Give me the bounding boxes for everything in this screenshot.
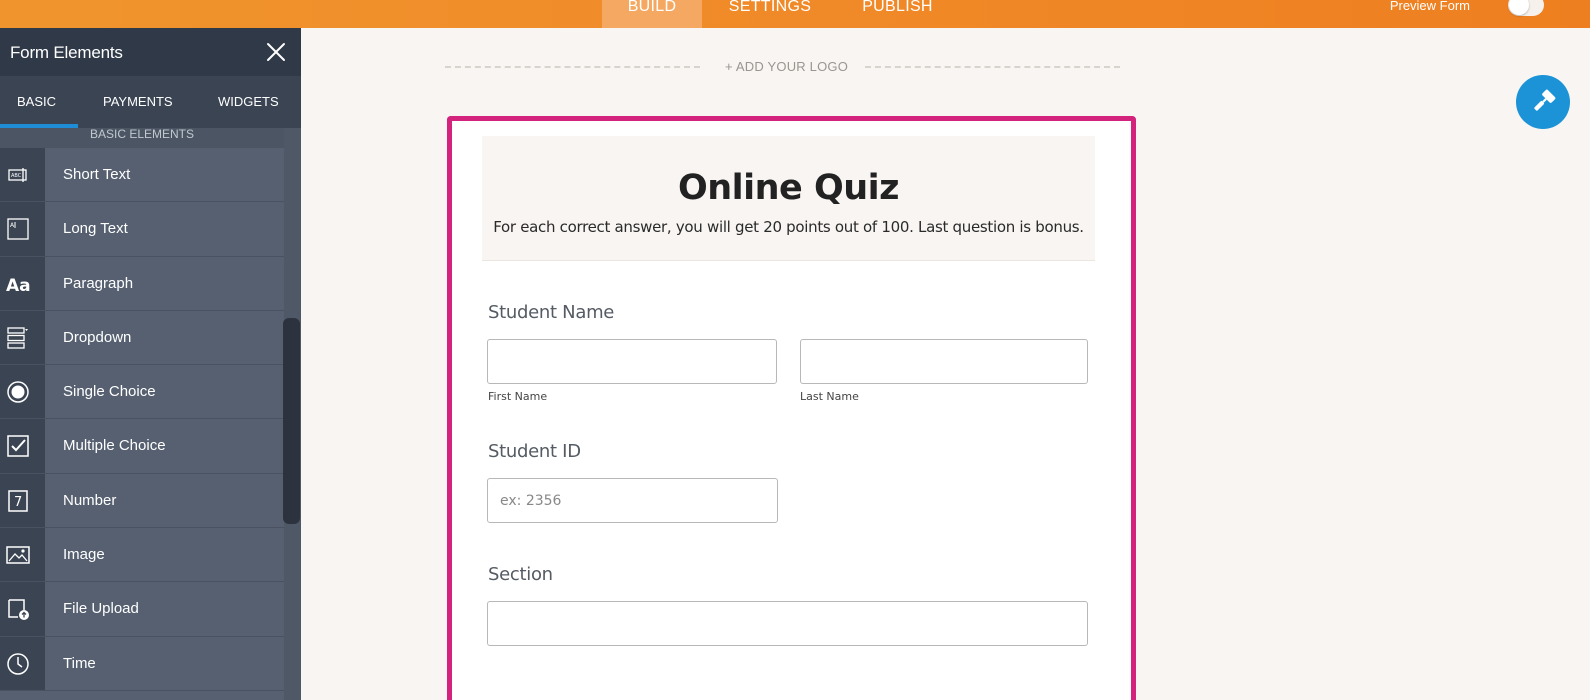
icon-column: ABC [0,148,45,202]
form-elements-panel: Form Elements BASIC PAYMENTS WIDGETS BAS… [0,28,301,700]
svg-text:A: A [10,222,15,229]
tab-build[interactable]: BUILD [602,0,702,28]
scrollbar-thumb[interactable] [283,318,300,524]
icon-column [0,419,45,473]
icon-column [0,582,45,636]
logo-divider-left [445,66,700,68]
preview-form-label: Preview Form [1389,0,1470,13]
element-label: Dropdown [63,328,132,346]
element-label: Paragraph [63,274,134,292]
element-time[interactable]: Time [0,636,284,691]
tab-publish[interactable]: PUBLISH [850,0,945,28]
top-bar: BUILD SETTINGS PUBLISH Preview Form [0,0,1590,28]
element-label: File Upload [63,600,139,618]
element-file-upload[interactable]: File Upload [0,582,284,637]
icon-column [0,636,45,690]
tab-settings-label: SETTINGS [728,0,812,15]
logo-divider-right [865,66,1120,68]
short-text-icon: ABC [8,168,27,182]
clock-icon [7,652,29,675]
last-name-input[interactable] [800,339,1088,384]
element-number[interactable]: 7 Number [0,473,284,529]
form-header[interactable]: Online Quiz For each correct answer, you… [482,136,1095,261]
panel-tabs: BASIC PAYMENTS WIDGETS [0,76,301,128]
form-designer-button[interactable] [1516,75,1570,129]
element-paragraph[interactable]: Aa Paragraph [0,256,284,311]
element-label: Short Text [63,166,131,183]
add-logo-link[interactable]: + ADD YOUR LOGO [725,59,848,74]
section-label[interactable]: Section [488,564,553,585]
element-short-text[interactable]: ABC Short Text [0,148,284,203]
element-label: Number [63,491,117,509]
element-label: Long Text [63,220,128,238]
paint-roller-icon [1534,89,1556,111]
svg-text:ABC: ABC [11,173,22,179]
file-upload-icon [8,599,29,621]
element-label: Image [63,546,105,564]
checkbox-icon [7,435,29,458]
student-id-label[interactable]: Student ID [488,441,581,462]
first-name-input[interactable] [487,339,777,384]
element-label: Single Choice [63,383,156,401]
icon-column [0,528,45,582]
element-single-choice[interactable]: Single Choice [0,365,284,420]
panel-title: Form Elements [10,43,123,62]
element-long-text[interactable]: A Long Text [0,202,284,257]
first-name-sublabel: First Name [488,390,548,403]
tab-publish-label: PUBLISH [862,0,933,15]
icon-column: 7 [0,473,45,528]
svg-text:7: 7 [14,495,22,510]
svg-text:Aa: Aa [6,276,30,296]
student-name-label[interactable]: Student Name [488,302,614,323]
radio-icon [7,381,29,403]
icon-column [0,365,45,419]
tab-settings[interactable]: SETTINGS [720,0,820,28]
preview-form-toggle[interactable] [1508,0,1544,16]
panel-header: Form Elements [0,28,301,76]
icon-column [0,310,45,365]
element-multiple-choice[interactable]: Multiple Choice [0,419,284,474]
close-icon[interactable] [265,41,287,63]
dropdown-icon [7,327,28,349]
section-heading: BASIC ELEMENTS [0,128,284,148]
last-name-sublabel: Last Name [800,390,859,403]
long-text-icon: A [7,218,29,240]
icon-column: Aa [0,256,45,310]
tab-payments[interactable]: PAYMENTS [103,94,173,109]
tab-basic[interactable]: BASIC [17,94,56,109]
paragraph-icon: Aa [6,276,30,296]
icon-column: A [0,202,45,256]
section-input[interactable] [487,601,1088,646]
element-image[interactable]: Image [0,528,284,583]
form-title[interactable]: Online Quiz [482,168,1095,208]
student-id-input[interactable] [487,478,778,523]
number-icon: 7 [8,490,28,512]
element-label: Multiple Choice [63,437,166,455]
element-list: ABC Short Text A Long Text Aa Paragraph … [0,148,284,691]
element-dropdown[interactable]: Dropdown [0,310,284,366]
tab-build-label: BUILD [627,0,677,15]
form-description[interactable]: For each correct answer, you will get 20… [482,218,1095,236]
tab-widgets[interactable]: WIDGETS [218,94,279,109]
image-icon [6,546,30,564]
toggle-knob [1509,0,1529,15]
element-label: Time [63,654,96,672]
